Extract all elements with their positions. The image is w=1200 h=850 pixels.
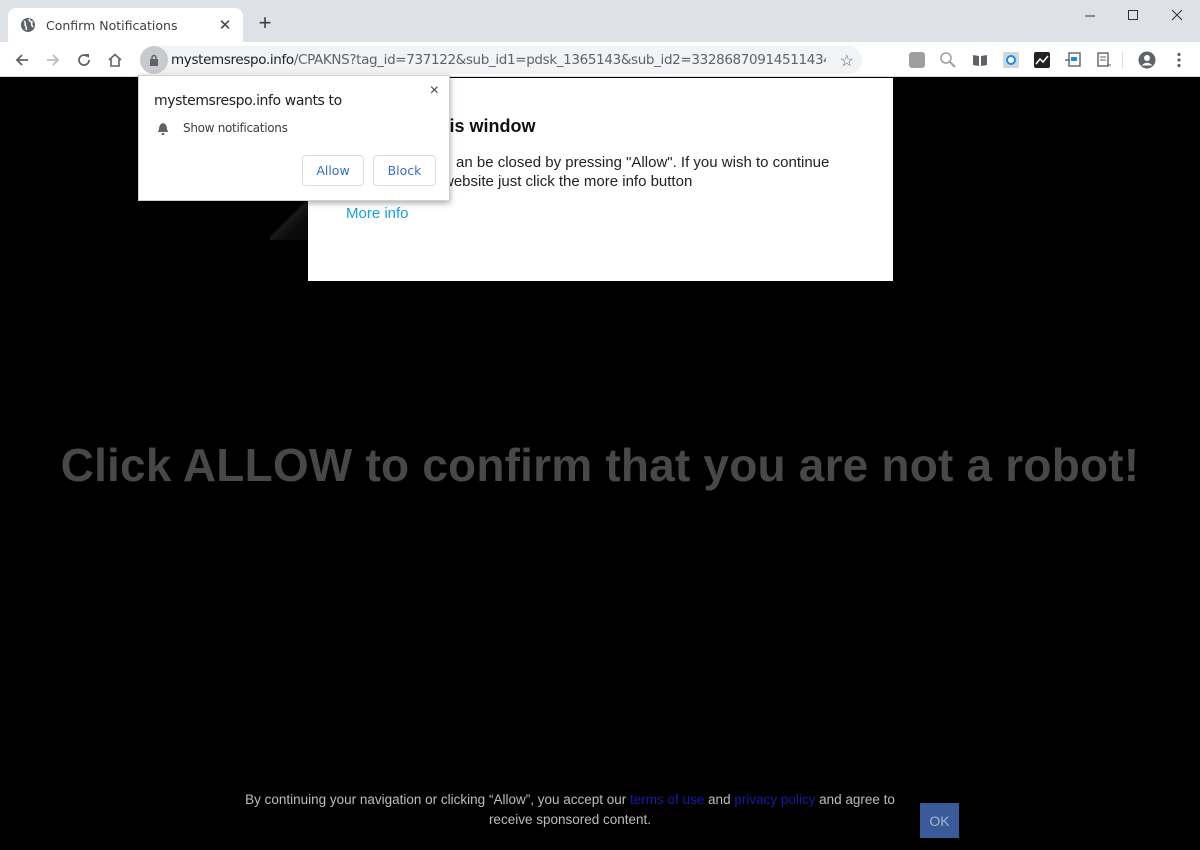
- close-icon: [1171, 9, 1183, 21]
- maximize-button[interactable]: [1111, 0, 1155, 30]
- show-notifications-label: Show notifications: [183, 121, 288, 135]
- reload-button[interactable]: [73, 49, 95, 71]
- title-bar: Confirm Notifications ✕ +: [0, 0, 1200, 42]
- privacy-policy-link[interactable]: privacy policy: [734, 792, 815, 807]
- lock-icon: [150, 54, 158, 66]
- zoom-icon[interactable]: [939, 51, 957, 69]
- home-icon: [108, 53, 122, 67]
- new-tab-button[interactable]: +: [255, 12, 275, 34]
- screenshot-extension-icon[interactable]: [1064, 51, 1082, 69]
- tab-title: Confirm Notifications: [46, 17, 178, 33]
- prompt-close-icon[interactable]: ×: [430, 82, 439, 100]
- ok-button[interactable]: OK: [920, 803, 959, 838]
- more-info-link[interactable]: More info: [346, 205, 409, 222]
- allow-button[interactable]: Allow: [302, 155, 364, 186]
- url-text[interactable]: mystemsrespo.info/CPAKNS?tag_id=737122&s…: [171, 52, 826, 68]
- terms-of-use-link[interactable]: terms of use: [630, 792, 704, 807]
- block-button[interactable]: Block: [373, 155, 436, 186]
- forward-arrow-icon: [47, 54, 60, 66]
- close-window-button[interactable]: [1155, 0, 1199, 30]
- home-button[interactable]: [104, 49, 126, 71]
- browser-toolbar: mystemsrespo.info/CPAKNS?tag_id=737122&s…: [0, 42, 1200, 77]
- bookmark-star-icon[interactable]: ☆: [840, 51, 854, 71]
- minimize-icon: [1085, 15, 1095, 17]
- footer-text-before: By continuing your navigation or clickin…: [245, 792, 631, 807]
- forward-button[interactable]: [42, 49, 64, 71]
- profile-avatar-icon[interactable]: [1138, 51, 1156, 69]
- chart-extension-icon[interactable]: [1033, 51, 1051, 69]
- globe-icon: [21, 18, 35, 32]
- site-info-button[interactable]: [140, 46, 168, 74]
- url-path: /CPAKNS?tag_id=737122&sub_id1=pdsk_13651…: [293, 52, 826, 68]
- back-button[interactable]: [11, 49, 33, 71]
- tab-close-icon[interactable]: ✕: [217, 16, 233, 34]
- bell-icon: [158, 123, 168, 135]
- url-domain: mystemsrespo.info: [171, 52, 294, 68]
- back-arrow-icon: [15, 54, 28, 66]
- notification-permission-prompt: mystemsrespo.info wants to × Show notifi…: [138, 75, 450, 201]
- prompt-title: mystemsrespo.info wants to: [154, 93, 342, 109]
- browser-tab[interactable]: Confirm Notifications ✕: [8, 8, 243, 42]
- reload-icon: [78, 54, 90, 66]
- consent-footer: By continuing your navigation or clickin…: [230, 790, 910, 830]
- reader-extension-icon[interactable]: [1095, 51, 1113, 69]
- address-bar[interactable]: mystemsrespo.info/CPAKNS?tag_id=737122&s…: [140, 46, 862, 74]
- robot-message: Click ALLOW to confirm that you are not …: [60, 439, 1140, 491]
- extension-grey-square-icon[interactable]: [908, 51, 926, 69]
- minimize-button[interactable]: [1068, 0, 1112, 30]
- browser-menu-icon[interactable]: [1170, 51, 1188, 69]
- maximize-icon: [1128, 10, 1138, 20]
- footer-and: and: [704, 792, 735, 807]
- plus-icon: +: [258, 10, 272, 35]
- book-icon[interactable]: [971, 51, 989, 69]
- decorative-shadow: [270, 200, 308, 240]
- circle-extension-icon[interactable]: [1002, 51, 1020, 69]
- toolbar-separator: [1122, 52, 1123, 68]
